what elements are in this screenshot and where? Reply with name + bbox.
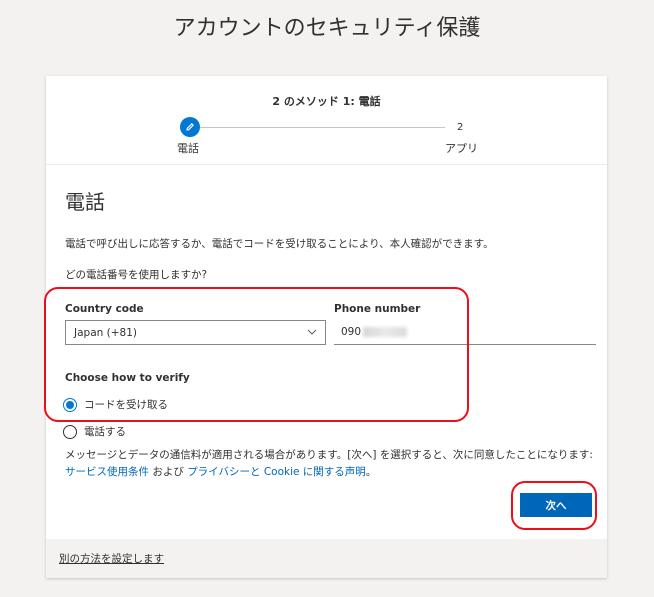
country-code-select[interactable]: Japan (+81) xyxy=(65,320,326,345)
data-charges-notice: メッセージとデータの通信料が適用される場合があります。[次へ] を選択すると、次… xyxy=(65,447,595,481)
country-code-label: Country code xyxy=(65,303,144,315)
country-code-value: Japan (+81) xyxy=(74,326,137,339)
notice-text-1: メッセージとデータの通信料が適用される場合があります。[次へ] を選択すると、次… xyxy=(65,449,593,461)
terms-of-use-link[interactable]: サービス使用条件 xyxy=(65,466,149,478)
security-card: 2 のメソッド 1: 電話 電話 2 アプリ 電話 電話で呼び出しに応答するか、… xyxy=(46,76,607,578)
radio-call[interactable]: 電話する xyxy=(63,424,126,439)
page-title: アカウントのセキュリティ保護 xyxy=(173,16,481,41)
radio-receive-code[interactable]: コードを受け取る xyxy=(63,397,168,412)
card-footer: 別の方法を設定します xyxy=(46,539,607,578)
next-button[interactable]: 次へ xyxy=(520,493,592,517)
verify-method-label: Choose how to verify xyxy=(65,372,190,384)
step1-pencil-icon xyxy=(180,117,200,137)
radio-unselected-icon[interactable] xyxy=(63,424,77,439)
section-title: 電話 xyxy=(65,190,105,214)
radio-call-label: 電話する xyxy=(84,426,126,438)
step1-label: 電話 xyxy=(177,142,199,155)
notice-text-3: 。 xyxy=(365,466,377,478)
phone-number-input[interactable]: 090 xyxy=(334,320,596,345)
divider xyxy=(46,164,607,165)
step2-label: アプリ xyxy=(445,142,478,155)
setup-other-method-link[interactable]: 別の方法を設定します xyxy=(59,551,164,566)
phone-number-value: 090 xyxy=(341,326,362,338)
radio-selected-icon[interactable] xyxy=(63,397,77,412)
phone-question: どの電話番号を使用しますか? xyxy=(65,269,208,281)
section-description: 電話で呼び出しに応答するか、電話でコードを受け取ることにより、本人確認ができます… xyxy=(65,238,494,250)
privacy-cookie-link[interactable]: プライバシーと Cookie に関する声明 xyxy=(187,466,366,478)
notice-text-2: および xyxy=(149,466,188,478)
step2-number: 2 xyxy=(457,122,464,133)
stepper-title: 2 のメソッド 1: 電話 xyxy=(272,95,381,108)
phone-number-label: Phone number xyxy=(334,303,421,315)
radio-receive-code-label: コードを受け取る xyxy=(84,399,168,411)
chevron-down-icon xyxy=(307,327,317,338)
step-progress-line xyxy=(200,127,445,128)
redacted-digits xyxy=(363,327,408,337)
